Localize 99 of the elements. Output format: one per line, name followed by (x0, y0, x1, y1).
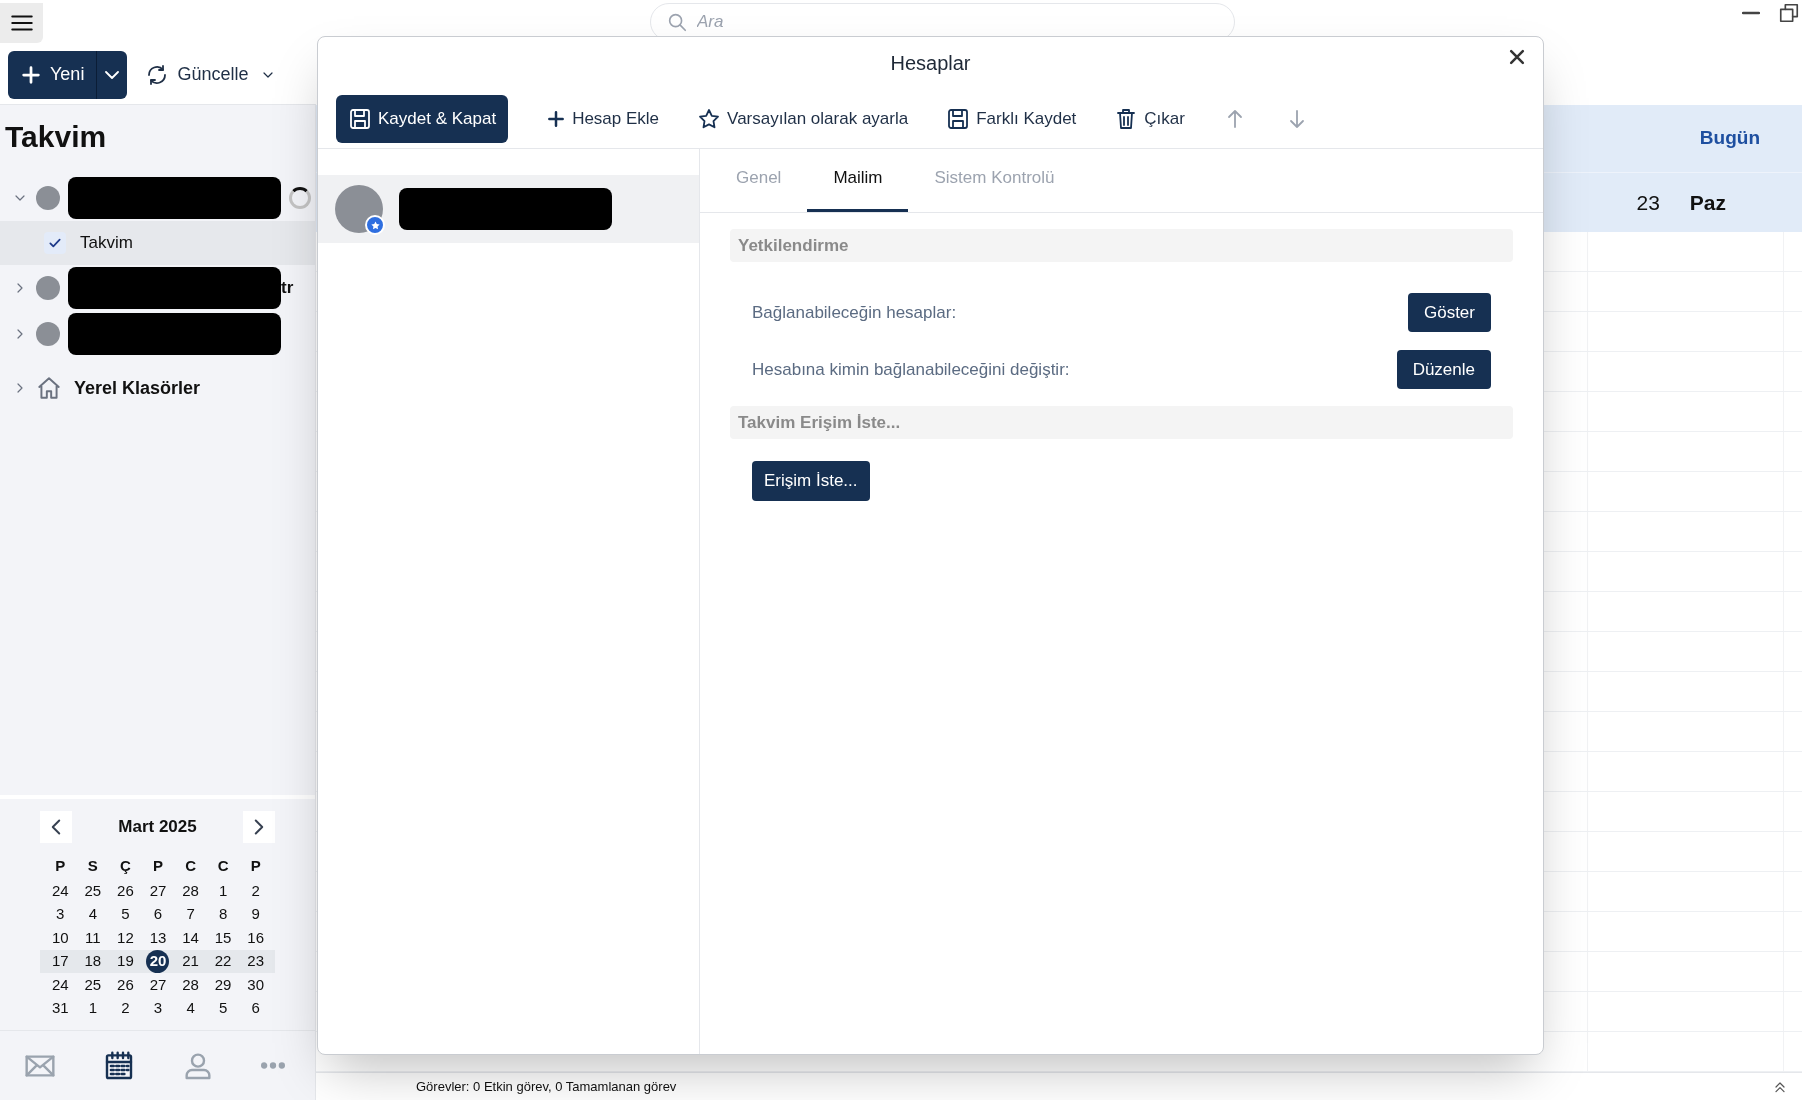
sidebar-title: Takvim (4, 119, 108, 155)
action-button[interactable]: Göster (1407, 293, 1491, 332)
new-split-button[interactable]: Yeni (8, 50, 128, 99)
search-icon (666, 11, 688, 33)
toolbar-button[interactable]: Hesap Ekle (546, 105, 660, 132)
calendar-day[interactable]: 1 (218, 879, 228, 902)
calendar-day[interactable]: 6 (251, 997, 260, 1020)
calendar-day[interactable]: 11 (85, 926, 101, 949)
calendar-day[interactable]: 5 (121, 903, 130, 926)
calendar-day[interactable]: 8 (218, 903, 228, 926)
star-icon (697, 106, 722, 131)
restore-icon (1778, 2, 1800, 24)
avatar (36, 186, 60, 210)
weekday-label: P (249, 856, 262, 876)
calendar-day[interactable]: 17 (51, 950, 69, 973)
weekday-label: C (216, 856, 230, 876)
toolbar-button[interactable]: Kaydet & Kapat (336, 94, 509, 143)
day-name: Paz (1689, 189, 1726, 216)
checkbox[interactable] (44, 232, 66, 254)
calendar-day[interactable]: 5 (218, 997, 228, 1020)
calendar-day[interactable]: 9 (251, 903, 260, 926)
section-header: Takvim Erişim İste... (730, 406, 1513, 439)
calendar-day[interactable]: 6 (153, 903, 163, 926)
day-number: 23 (1636, 189, 1660, 216)
tree-item[interactable]: Yerel Klasörler (74, 374, 201, 402)
new-button[interactable]: Yeni (8, 50, 98, 99)
tree-item[interactable]: Takvim (0, 221, 315, 265)
calendar-day[interactable]: 13 (149, 926, 167, 949)
today-button[interactable]: Bugün (1699, 124, 1760, 153)
calendar-day[interactable]: 20 (146, 949, 170, 973)
calendar-day[interactable]: 26 (117, 973, 134, 996)
action-button[interactable]: Erişim İste... (752, 461, 870, 501)
status-text: Görevler: 0 Etkin görev, 0 Tamamlanan görev (416, 1077, 677, 1096)
calendar-day[interactable]: 7 (186, 903, 195, 926)
plus-icon (546, 108, 567, 129)
calendar-day[interactable]: 4 (186, 997, 195, 1020)
calendar-day[interactable]: 27 (149, 879, 167, 902)
tab[interactable]: Mailim (807, 160, 909, 212)
calendar-day[interactable]: 22 (214, 950, 232, 973)
refresh-button[interactable]: Güncelle (145, 61, 277, 88)
minimize-icon (1742, 11, 1760, 15)
menu-button[interactable] (0, 2, 43, 43)
previous-month-button[interactable] (40, 811, 72, 843)
calendar-day[interactable]: 14 (182, 926, 199, 949)
calendar-day[interactable]: 4 (88, 903, 97, 926)
weekday-label: S (86, 856, 99, 876)
dialog-title: Hesaplar (890, 51, 971, 76)
setting-label: Bağlanabileceğin hesaplar: (752, 301, 957, 324)
calendar-day[interactable]: 2 (251, 879, 260, 902)
calendar-day[interactable]: 25 (84, 973, 102, 996)
calendar-day[interactable]: 10 (51, 926, 69, 949)
calendar-day[interactable]: 2 (121, 997, 130, 1020)
save-icon (348, 106, 372, 131)
calendar-day[interactable]: 15 (214, 926, 232, 949)
calendar-day[interactable]: 12 (117, 926, 134, 949)
calendar-day[interactable]: 19 (117, 950, 134, 973)
calendar-day[interactable]: 3 (153, 997, 163, 1020)
account-name-fragment: tr (281, 277, 294, 300)
action-button[interactable]: Düzenle (1396, 350, 1491, 389)
calendar-day[interactable]: 24 (51, 879, 69, 902)
calendar-day[interactable]: 23 (247, 950, 265, 973)
calendar-day[interactable]: 3 (56, 903, 65, 926)
calendar-day[interactable]: 24 (51, 973, 69, 996)
toolbar-button[interactable]: Çıkar (1114, 105, 1185, 132)
restore-button[interactable] (1778, 2, 1800, 24)
calendar-day[interactable]: 1 (88, 997, 97, 1020)
calendar-day[interactable]: 30 (247, 973, 265, 996)
calendar-day[interactable]: 28 (182, 879, 199, 902)
more-icon (261, 1062, 286, 1069)
weekday-label: P (54, 856, 67, 876)
home-icon (36, 375, 62, 401)
caret-icon (105, 70, 120, 79)
weekday-label: C (184, 856, 197, 876)
setting-label: Hesabına kimin bağlanabileceğini değiştir: (752, 358, 1070, 381)
close-button[interactable] (1507, 47, 1527, 67)
toolbar-button[interactable]: Varsayılan olarak ayarla (697, 105, 909, 132)
weekday-label: Ç (119, 856, 132, 876)
calendar-day[interactable]: 28 (182, 973, 199, 996)
calendar-day[interactable]: 21 (182, 950, 199, 973)
avatar (335, 185, 383, 233)
section-header: Yetkilendirme (730, 229, 1513, 262)
calendar-day[interactable]: 27 (149, 973, 167, 996)
next-month-button[interactable] (243, 811, 275, 843)
save-icon (946, 106, 971, 131)
avatar (36, 322, 60, 346)
toolbar-button[interactable]: Farklı Kaydet (946, 105, 1077, 132)
weekday-label: P (152, 856, 164, 876)
calendar-day[interactable]: 16 (247, 926, 265, 949)
month-title: Mart 2025 (118, 816, 197, 839)
calendar-day[interactable]: 29 (214, 973, 232, 996)
plus-icon (20, 63, 42, 86)
minimize-button[interactable] (1742, 11, 1760, 15)
calendar-day[interactable]: 31 (51, 997, 69, 1020)
calendar-day[interactable]: 18 (84, 950, 102, 973)
calendar-day[interactable]: 26 (117, 879, 134, 902)
calendar-day[interactable]: 25 (84, 879, 102, 902)
account-item[interactable] (318, 175, 699, 243)
close-icon (1507, 47, 1527, 67)
avatar (36, 276, 60, 300)
